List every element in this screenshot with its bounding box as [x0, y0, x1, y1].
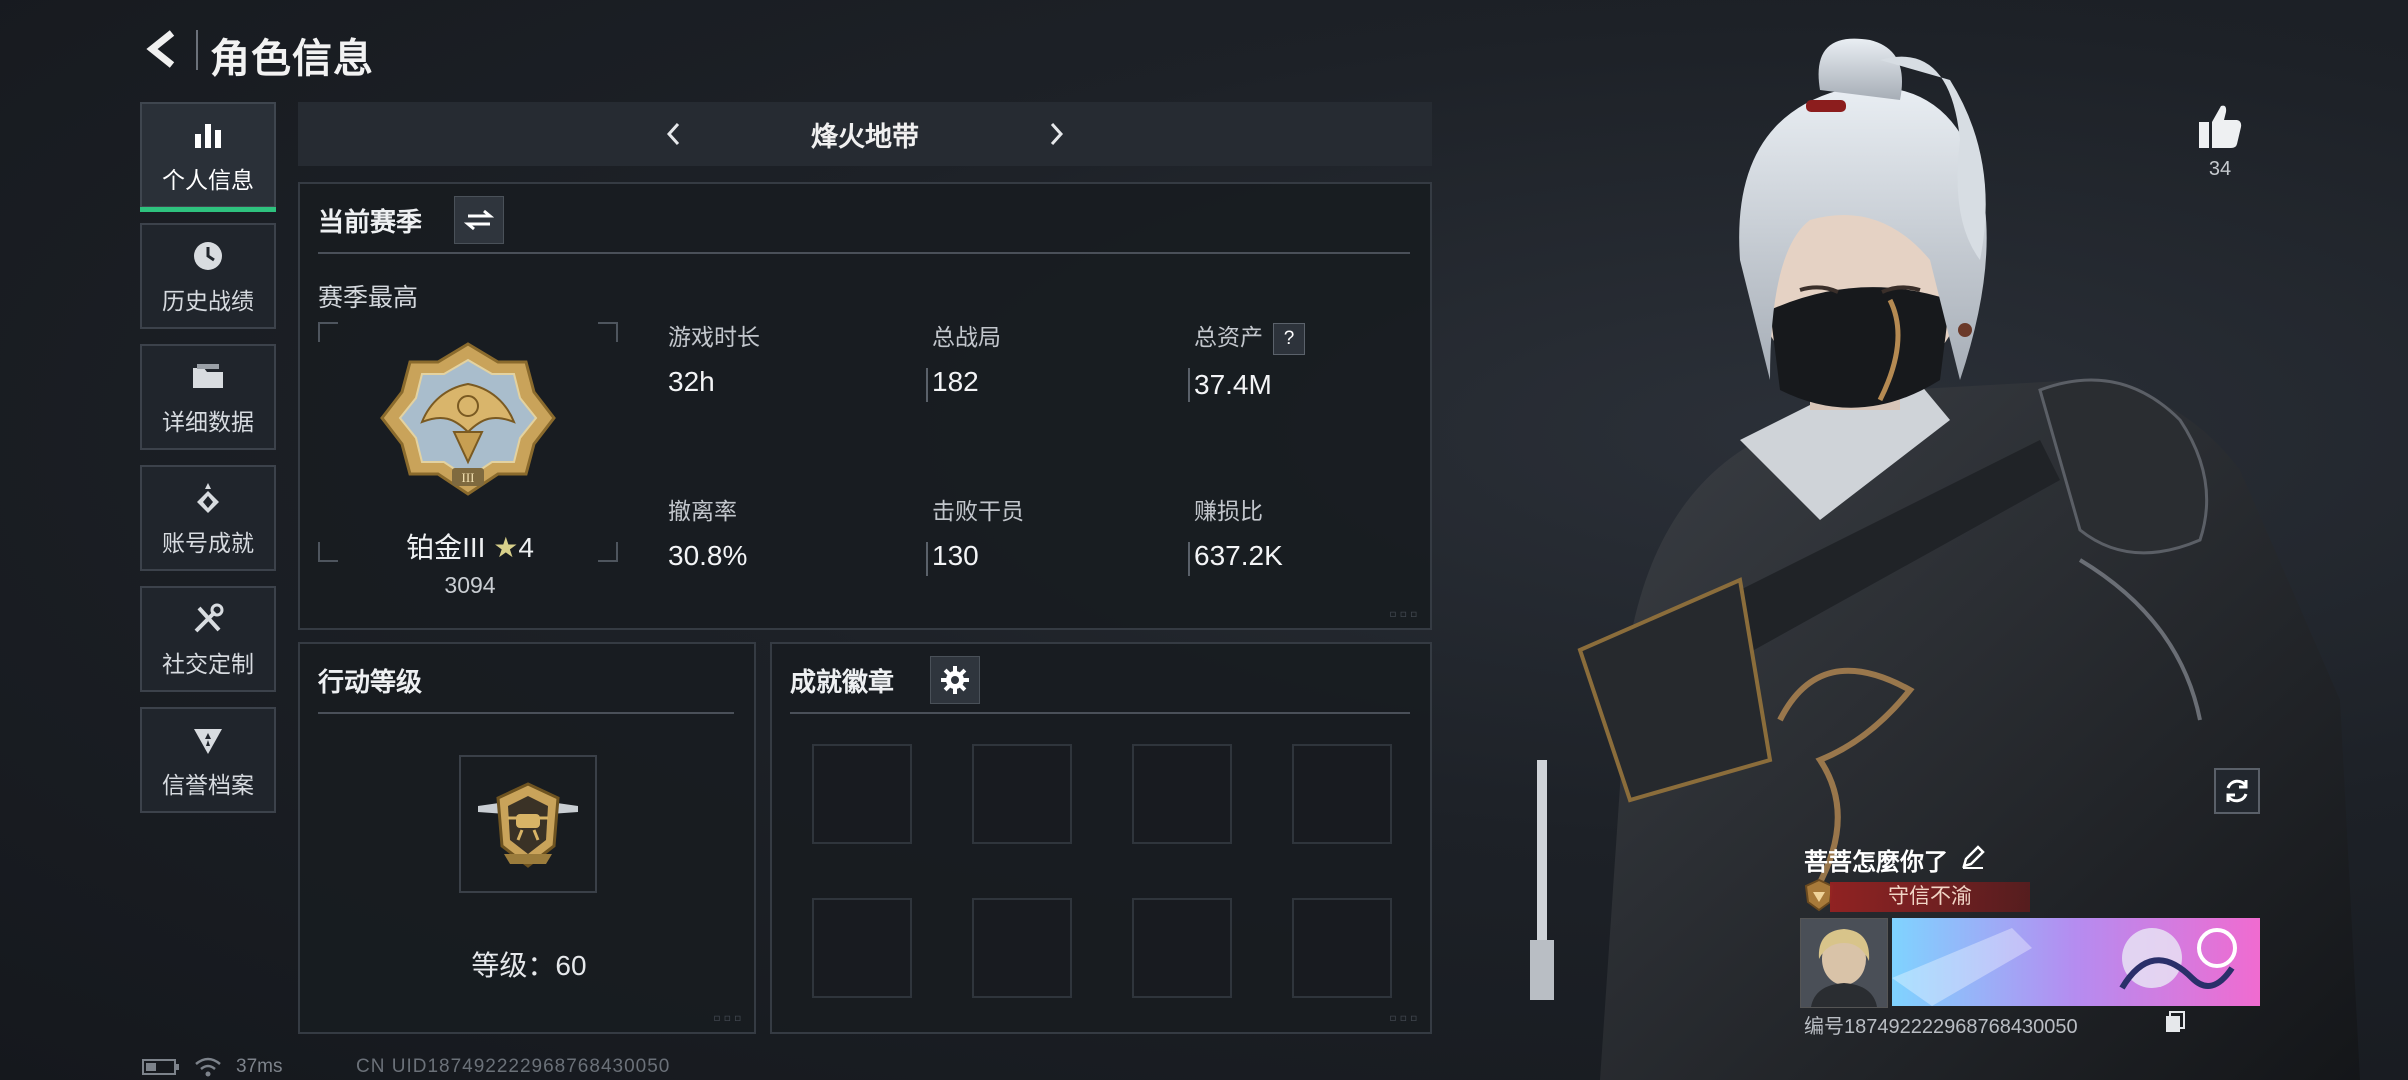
- clock-icon: [188, 236, 228, 276]
- nav-item-label: 账号成就: [162, 530, 254, 556]
- back-button[interactable]: [140, 26, 188, 72]
- star-icon: ★: [493, 532, 519, 563]
- badges-heading: 成就徽章: [790, 667, 895, 697]
- stat-operators-defeated: 击败干员 130: [932, 498, 1024, 571]
- stat-total-matches: 总战局 182: [932, 324, 1001, 397]
- badge-slot[interactable]: [812, 898, 912, 998]
- season-panel: 当前赛季 赛季最高 III 铂金III ★4 3094 游戏时长 32h 总战局…: [298, 182, 1432, 630]
- nav-item-label: 详细数据: [162, 409, 254, 435]
- copy-icon: [2166, 1011, 2185, 1032]
- mode-selector: 烽火地带: [298, 102, 1432, 166]
- back-arrow-icon: [146, 30, 175, 68]
- like-button[interactable]: [2190, 96, 2250, 156]
- page-title: 角色信息: [210, 37, 374, 81]
- nav-item-detailed-data[interactable]: 详细数据: [140, 344, 276, 450]
- divider: [318, 712, 734, 714]
- mode-prev-button[interactable]: [654, 116, 694, 152]
- status-bar: 37ms: [142, 1056, 282, 1078]
- stat-divider: [1188, 542, 1190, 576]
- player-id: 编号187492222968768430050: [1804, 1016, 2078, 1038]
- nav-item-personal-info[interactable]: 个人信息: [140, 102, 276, 212]
- stat-total-assets: 总资产? 37.4M: [1194, 318, 1305, 401]
- copy-id-button[interactable]: [2164, 1010, 2186, 1034]
- edit-name-button[interactable]: [1960, 844, 1988, 872]
- profile-card: 菩菩怎麼你了 守信不渝 编号187492222968768430050: [1800, 842, 2260, 1038]
- nav-item-label: 信誉档案: [162, 772, 254, 798]
- action-level-emblem: [459, 755, 597, 893]
- chevron-left-icon: [666, 122, 680, 146]
- season-heading: 当前赛季: [318, 207, 423, 237]
- uid-text: CN UID187492222968768430050: [356, 1056, 671, 1077]
- badge-slot[interactable]: [972, 898, 1072, 998]
- stat-divider: [926, 368, 928, 402]
- bar-chart-icon: [188, 115, 228, 155]
- achievement-icon: [188, 478, 228, 518]
- badge-slot[interactable]: [1132, 744, 1232, 844]
- badges-panel: 成就徽章 ▫▫▫: [770, 642, 1432, 1034]
- nav-item-label: 历史战绩: [162, 288, 254, 314]
- stat-profit-loss-ratio: 赚损比 637.2K: [1194, 498, 1283, 571]
- rank-tier: 铂金III: [406, 532, 486, 563]
- pencil-icon: [1962, 845, 1985, 869]
- wifi-icon: [195, 1057, 221, 1077]
- action-level-heading: 行动等级: [318, 667, 423, 697]
- season-best-label: 赛季最高: [318, 284, 419, 312]
- stat-play-time: 游戏时长 32h: [668, 324, 760, 397]
- stat-divider: [926, 542, 928, 576]
- level-value: 60: [555, 950, 587, 981]
- nav-item-achievements[interactable]: 账号成就: [140, 465, 276, 571]
- badge-settings-button[interactable]: [930, 656, 980, 704]
- stat-divider: [1188, 368, 1190, 402]
- nav-item-label: 社交定制: [162, 651, 254, 677]
- mode-label: 烽火地带: [811, 121, 919, 152]
- corner-decoration: ▫▫▫: [1388, 1010, 1420, 1026]
- player-name: 菩菩怎麼你了: [1804, 849, 1948, 876]
- side-nav: 个人信息 历史战绩 详细数据 账号成就 社交定制 信誉档案: [140, 102, 280, 828]
- ping-value: 37ms: [236, 1056, 283, 1077]
- help-icon[interactable]: ?: [1273, 322, 1305, 355]
- rank-score: 3094: [444, 572, 496, 598]
- divider: [790, 712, 1410, 714]
- title-separator: [196, 30, 198, 70]
- badge-slot[interactable]: [812, 744, 912, 844]
- chevron-right-icon: [1050, 122, 1064, 146]
- badge-slot[interactable]: [1292, 744, 1392, 844]
- shield-icon: [188, 720, 228, 760]
- badge-slot[interactable]: [1132, 898, 1232, 998]
- rank-name: 铂金III ★4: [300, 526, 640, 566]
- player-title: 守信不渝: [1888, 885, 1972, 908]
- swap-icon: [464, 209, 494, 231]
- badge-slot[interactable]: [972, 744, 1072, 844]
- nav-item-reputation[interactable]: 信誉档案: [140, 707, 276, 813]
- like-count: 34: [2208, 158, 2232, 180]
- battery-icon: [142, 1059, 179, 1075]
- folder-icon: [188, 357, 228, 397]
- nav-item-label: 个人信息: [162, 167, 254, 193]
- season-switch-button[interactable]: [454, 196, 504, 244]
- level-label: 等级：: [471, 950, 556, 981]
- corner-decoration: ▫▫▫: [712, 1010, 744, 1026]
- divider: [318, 252, 1410, 254]
- gear-icon: [941, 666, 969, 694]
- rank-stars: 4: [518, 532, 534, 563]
- profile-banner[interactable]: [1892, 918, 2260, 1006]
- mode-next-button[interactable]: [1036, 116, 1076, 152]
- badge-slot[interactable]: [1292, 898, 1392, 998]
- stat-extraction-rate: 撤离率 30.8%: [668, 498, 748, 571]
- avatar[interactable]: [1800, 918, 1888, 1008]
- refresh-button[interactable]: [2214, 768, 2260, 814]
- nav-item-match-history[interactable]: 历史战绩: [140, 223, 276, 329]
- corner-decoration: ▫▫▫: [1388, 606, 1420, 622]
- refresh-icon: [2226, 779, 2248, 803]
- action-level-panel: 行动等级 等级：60 ▫▫▫: [298, 642, 756, 1034]
- svg-text:III: III: [462, 470, 475, 485]
- tools-icon: [188, 599, 228, 639]
- action-level-text: 等级：60: [300, 944, 758, 984]
- nav-item-social-custom[interactable]: 社交定制: [140, 586, 276, 692]
- thumbs-up-icon: [2199, 105, 2242, 148]
